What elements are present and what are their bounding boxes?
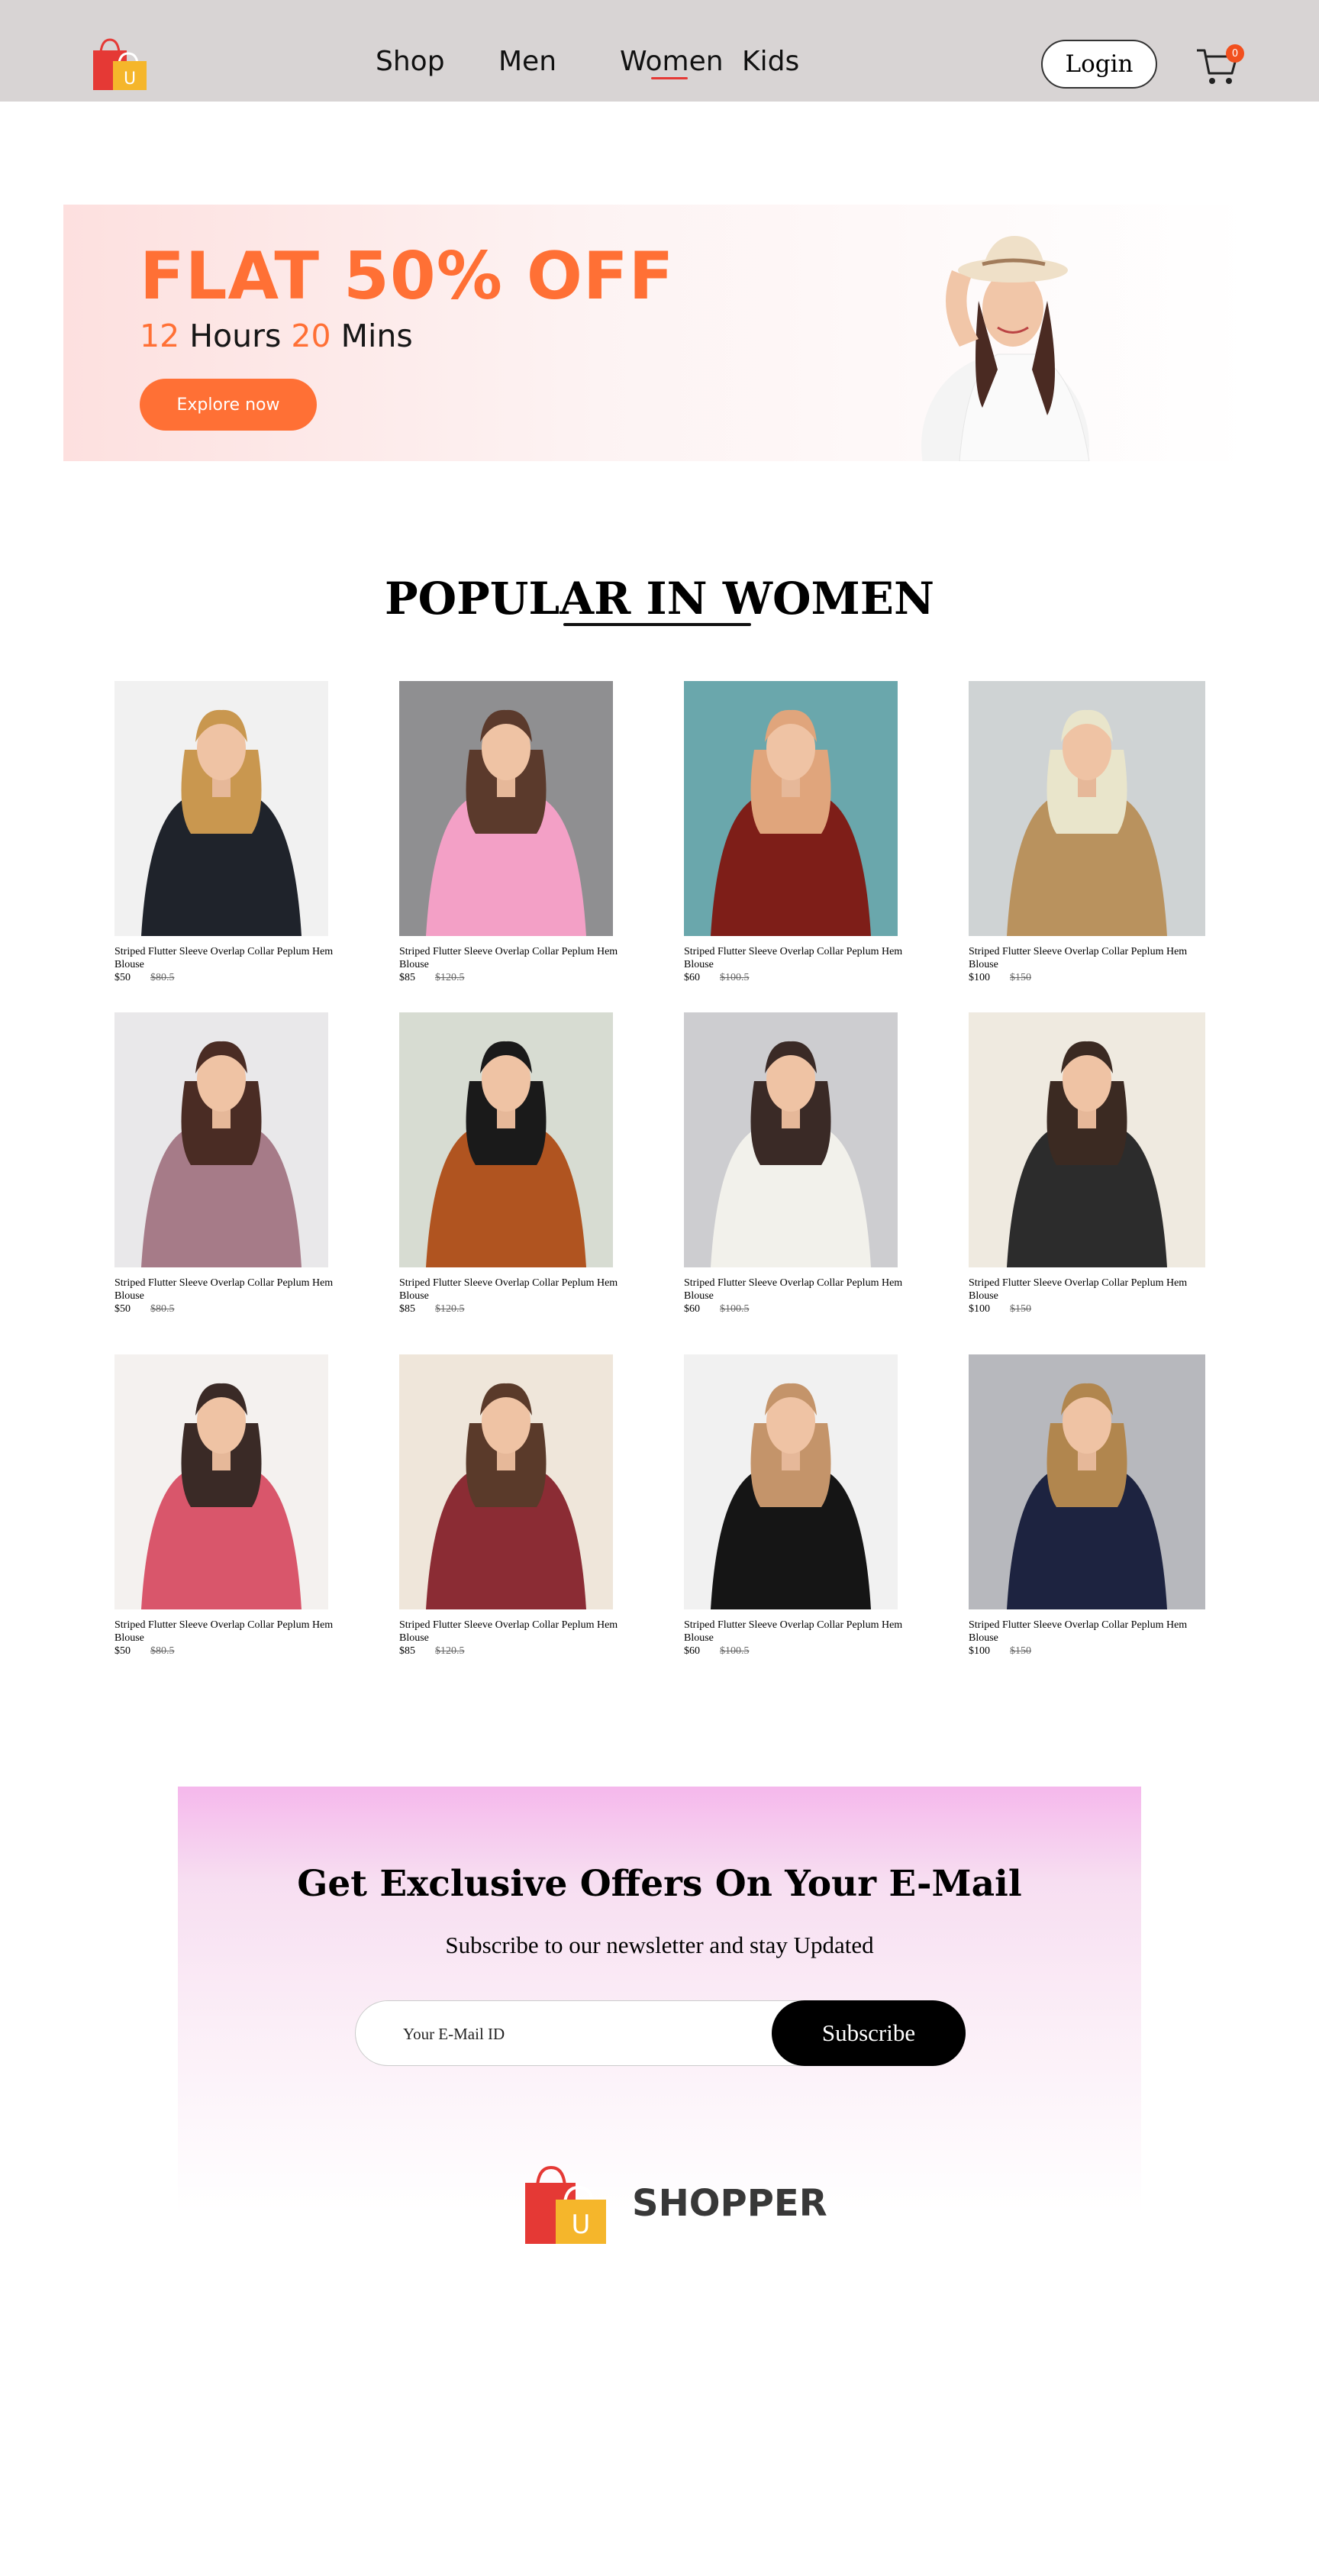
product-name[interactable]: Striped Flutter Sleeve Overlap Collar Pe… xyxy=(969,945,1198,971)
newsletter-title: Get Exclusive Offers On Your E-Mail xyxy=(297,1863,1022,1905)
product-image[interactable] xyxy=(684,1354,898,1609)
product-old-price: $80.5 xyxy=(150,1303,175,1315)
nav-shop[interactable]: Shop xyxy=(376,46,445,77)
product-price: $100 xyxy=(969,972,990,983)
product-price: $50 xyxy=(114,972,131,983)
product-price-row: $85 $120.5 xyxy=(399,972,465,984)
shopper-logo-icon: U xyxy=(525,2165,606,2244)
nav-men[interactable]: Men xyxy=(498,46,556,77)
email-field[interactable] xyxy=(403,2019,724,2048)
product-old-price: $100.5 xyxy=(720,1303,750,1315)
product-price: $85 xyxy=(399,1303,415,1315)
shopping-bag-logo-icon[interactable]: U xyxy=(90,37,148,92)
product-price: $85 xyxy=(399,1645,415,1657)
explore-now-button[interactable]: Explore now xyxy=(140,379,317,431)
product-image[interactable] xyxy=(684,1012,898,1267)
product-price-row: $60 $100.5 xyxy=(684,1645,750,1658)
product-name[interactable]: Striped Flutter Sleeve Overlap Collar Pe… xyxy=(114,1277,343,1303)
product-old-price: $120.5 xyxy=(435,972,465,983)
product-old-price: $100.5 xyxy=(720,1645,750,1657)
product-name[interactable]: Striped Flutter Sleeve Overlap Collar Pe… xyxy=(399,1277,628,1303)
product-price-row: $60 $100.5 xyxy=(684,1303,750,1315)
site-header: U Shop Men Women Kids Login 0 xyxy=(0,0,1319,102)
hero-banner: FLAT 50% OFF 12 Hours 20 Mins Explore no… xyxy=(63,205,1251,461)
product-price-row: $85 $120.5 xyxy=(399,1303,465,1315)
nav-women[interactable]: Women xyxy=(620,46,724,77)
product-price-row: $100 $150 xyxy=(969,1645,1031,1658)
product-name[interactable]: Striped Flutter Sleeve Overlap Collar Pe… xyxy=(399,945,628,971)
product-old-price: $150 xyxy=(1010,1645,1031,1657)
product-image[interactable] xyxy=(114,1354,328,1609)
product-price-row: $100 $150 xyxy=(969,972,1031,984)
product-image[interactable] xyxy=(399,1354,613,1609)
product-image[interactable] xyxy=(969,1012,1205,1267)
product-name[interactable]: Striped Flutter Sleeve Overlap Collar Pe… xyxy=(969,1277,1198,1303)
product-name[interactable]: Striped Flutter Sleeve Overlap Collar Pe… xyxy=(684,1619,913,1645)
product-name[interactable]: Striped Flutter Sleeve Overlap Collar Pe… xyxy=(969,1619,1198,1645)
product-image[interactable] xyxy=(114,681,328,936)
product-card[interactable]: Striped Flutter Sleeve Overlap Collar Pe… xyxy=(684,681,902,987)
product-card[interactable]: Striped Flutter Sleeve Overlap Collar Pe… xyxy=(684,1012,902,1319)
product-price-row: $50 $80.5 xyxy=(114,1645,175,1658)
product-price-row: $60 $100.5 xyxy=(684,972,750,984)
product-card[interactable]: Striped Flutter Sleeve Overlap Collar Pe… xyxy=(969,1012,1205,1319)
product-price: $50 xyxy=(114,1645,131,1657)
product-image[interactable] xyxy=(684,681,898,936)
product-old-price: $80.5 xyxy=(150,972,175,983)
product-image[interactable] xyxy=(969,681,1205,936)
product-card[interactable]: Striped Flutter Sleeve Overlap Collar Pe… xyxy=(399,681,618,987)
product-price: $85 xyxy=(399,972,415,983)
product-price: $100 xyxy=(969,1303,990,1315)
product-old-price: $150 xyxy=(1010,972,1031,983)
popular-section-title: POPULAR IN WOMEN xyxy=(385,573,934,625)
newsletter-subtitle: Subscribe to our newsletter and stay Upd… xyxy=(445,1932,874,1958)
product-card[interactable]: Striped Flutter Sleeve Overlap Collar Pe… xyxy=(684,1354,902,1661)
hero-title: FLAT 50% OFF xyxy=(140,238,675,315)
product-old-price: $120.5 xyxy=(435,1303,465,1315)
svg-text:U: U xyxy=(572,2210,591,2240)
cart-count-badge: 0 xyxy=(1226,44,1244,63)
product-card[interactable]: Striped Flutter Sleeve Overlap Collar Pe… xyxy=(399,1354,618,1661)
product-price-row: $50 $80.5 xyxy=(114,972,175,984)
product-card[interactable]: Striped Flutter Sleeve Overlap Collar Pe… xyxy=(969,681,1205,987)
countdown-text: 12 Hours 20 Mins xyxy=(140,318,413,354)
product-price-row: $100 $150 xyxy=(969,1303,1031,1315)
product-price: $60 xyxy=(684,1645,700,1657)
product-name[interactable]: Striped Flutter Sleeve Overlap Collar Pe… xyxy=(684,945,913,971)
product-price-row: $85 $120.5 xyxy=(399,1645,465,1658)
product-price-row: $50 $80.5 xyxy=(114,1303,175,1315)
login-button[interactable]: Login xyxy=(1041,40,1157,89)
product-image[interactable] xyxy=(114,1012,328,1267)
subscribe-button[interactable]: Subscribe xyxy=(772,2000,966,2066)
hero-model-image xyxy=(921,236,1090,461)
product-old-price: $120.5 xyxy=(435,1645,465,1657)
product-name[interactable]: Striped Flutter Sleeve Overlap Collar Pe… xyxy=(399,1619,628,1645)
product-old-price: $100.5 xyxy=(720,972,750,983)
product-card[interactable]: Striped Flutter Sleeve Overlap Collar Pe… xyxy=(399,1012,618,1319)
product-name[interactable]: Striped Flutter Sleeve Overlap Collar Pe… xyxy=(684,1277,913,1303)
product-price: $60 xyxy=(684,1303,700,1315)
newsletter-section: Get Exclusive Offers On Your E-Mail Subs… xyxy=(178,1787,1141,2214)
product-price: $50 xyxy=(114,1303,131,1315)
product-old-price: $150 xyxy=(1010,1303,1031,1315)
nav-active-indicator xyxy=(651,77,688,79)
svg-text:U: U xyxy=(124,69,136,89)
footer-brand-name: SHOPPER xyxy=(632,2182,827,2225)
product-name[interactable]: Striped Flutter Sleeve Overlap Collar Pe… xyxy=(114,1619,343,1645)
product-price: $60 xyxy=(684,972,700,983)
title-underline xyxy=(563,623,751,626)
product-price: $100 xyxy=(969,1645,990,1657)
nav-kids[interactable]: Kids xyxy=(742,46,799,77)
product-card[interactable]: Striped Flutter Sleeve Overlap Collar Pe… xyxy=(969,1354,1205,1661)
product-card[interactable]: Striped Flutter Sleeve Overlap Collar Pe… xyxy=(114,681,333,987)
product-card[interactable]: Striped Flutter Sleeve Overlap Collar Pe… xyxy=(114,1354,333,1661)
product-name[interactable]: Striped Flutter Sleeve Overlap Collar Pe… xyxy=(114,945,343,971)
product-image[interactable] xyxy=(399,681,613,936)
product-image[interactable] xyxy=(969,1354,1205,1609)
product-old-price: $80.5 xyxy=(150,1645,175,1657)
product-image[interactable] xyxy=(399,1012,613,1267)
product-card[interactable]: Striped Flutter Sleeve Overlap Collar Pe… xyxy=(114,1012,333,1319)
